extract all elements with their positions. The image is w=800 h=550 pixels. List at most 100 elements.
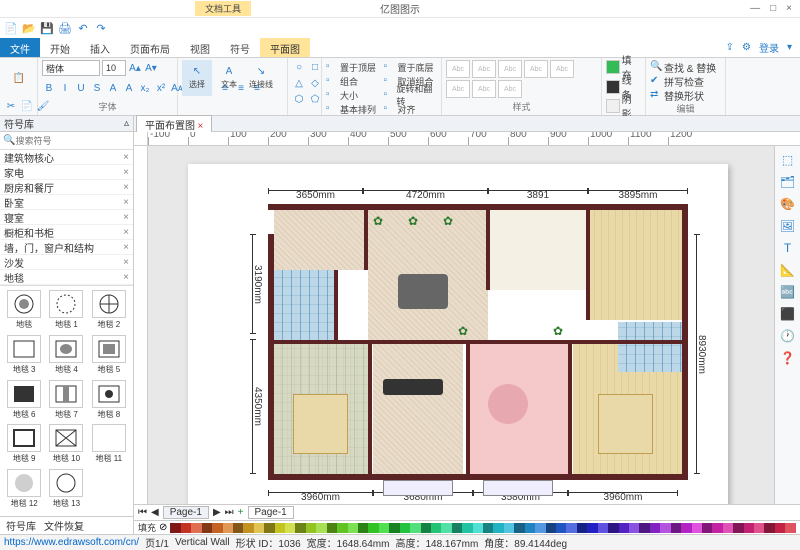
arrange-5[interactable]: ▫旋转和翻转 [384, 88, 438, 102]
style-preset-4[interactable]: Abc [550, 60, 574, 78]
tab-symbols[interactable]: 符号 [220, 38, 260, 57]
save-icon[interactable]: 💾 [40, 21, 54, 35]
shape-item[interactable]: 地毯 13 [46, 469, 86, 512]
color-swatch[interactable] [264, 523, 274, 533]
color-swatch[interactable] [566, 523, 576, 533]
color-swatch[interactable] [254, 523, 264, 533]
shape-item[interactable]: 地毯 9 [4, 424, 44, 467]
color-swatch[interactable] [629, 523, 639, 533]
color-swatch[interactable] [577, 523, 587, 533]
color-swatch[interactable] [723, 523, 733, 533]
shape-item[interactable]: 地毯 11 [89, 424, 129, 467]
copy-icon[interactable]: 📄 [20, 99, 34, 113]
maximize-button[interactable]: □ [770, 3, 776, 14]
color-swatch[interactable] [650, 523, 660, 533]
open-icon[interactable]: 📂 [22, 21, 36, 35]
font-family-select[interactable]: 楷体 [42, 60, 100, 76]
arrange-1[interactable]: ▫置于底层 [384, 60, 438, 74]
arrange-0[interactable]: ▫置于顶层 [326, 60, 380, 74]
category-6[interactable]: 墙，门，窗户和结构× [0, 240, 133, 255]
new-icon[interactable]: 📄 [4, 21, 18, 35]
font-btn-7[interactable]: x² [154, 81, 168, 95]
color-swatch[interactable] [441, 523, 451, 533]
style-preset-0[interactable]: Abc [446, 60, 470, 78]
shape-item[interactable]: 地毯 10 [46, 424, 86, 467]
cut-icon[interactable]: ✂ [4, 99, 18, 113]
color-swatch[interactable] [504, 523, 514, 533]
rightbar-icon-3[interactable]: 🖼 [780, 218, 796, 234]
color-swatch[interactable] [619, 523, 629, 533]
line-swatch[interactable] [606, 80, 620, 94]
color-swatch[interactable] [493, 523, 503, 533]
arrange-2[interactable]: ▫组合 [326, 74, 380, 88]
shape-btn-1[interactable]: □ [308, 60, 322, 74]
style-preset-1[interactable]: Abc [472, 60, 496, 78]
login-link[interactable]: 登录 [759, 40, 779, 55]
color-swatch[interactable] [400, 523, 410, 533]
color-swatch[interactable] [368, 523, 378, 533]
dining-table[interactable] [398, 274, 448, 309]
font-btn-6[interactable]: x₂ [138, 81, 152, 95]
text-tool[interactable]: A文本 [214, 60, 244, 96]
category-2[interactable]: 厨房和餐厅× [0, 180, 133, 195]
color-swatch[interactable] [639, 523, 649, 533]
shape-gallery[interactable]: 地毯地毯 1地毯 2地毯 3地毯 4地毯 5地毯 6地毯 7地毯 8地毯 9地毯… [0, 286, 133, 516]
rightbar-icon-9[interactable]: ❓ [780, 350, 796, 366]
page-next-icon[interactable]: ▶ [213, 507, 221, 518]
shape-btn-0[interactable]: ○ [292, 60, 306, 74]
color-swatch[interactable] [358, 523, 368, 533]
font-size-select[interactable]: 10 [102, 60, 126, 76]
document-tab[interactable]: 平面布置图 × [136, 115, 212, 133]
shape-item[interactable]: 地毯 2 [89, 290, 129, 333]
tab-insert[interactable]: 插入 [80, 38, 120, 57]
color-swatch[interactable] [671, 523, 681, 533]
style-preset-7[interactable]: Abc [498, 80, 522, 98]
rightbar-icon-1[interactable]: 🗂 [780, 174, 796, 190]
color-swatch[interactable] [744, 523, 754, 533]
shape-btn-5[interactable]: ⬠ [308, 92, 322, 106]
color-swatch[interactable] [660, 523, 670, 533]
redo-icon[interactable]: ↷ [94, 21, 108, 35]
shape-btn-4[interactable]: ⬡ [292, 92, 306, 106]
page-prev-icon[interactable]: ◀ [151, 507, 159, 518]
spellcheck-button[interactable]: ✔拼写检查 [650, 74, 721, 88]
color-swatch[interactable] [452, 523, 462, 533]
shape-item[interactable]: 地毯 12 [4, 469, 44, 512]
login-caret-icon[interactable]: ▾ [787, 42, 792, 53]
shape-item[interactable]: 地毯 [4, 290, 44, 333]
shape-item[interactable]: 地毯 8 [89, 380, 129, 423]
share-icon[interactable]: ⇪ [726, 42, 734, 53]
color-swatch[interactable] [348, 523, 358, 533]
doc-close-icon[interactable]: × [198, 121, 204, 132]
color-swatch[interactable] [608, 523, 618, 533]
shape-item[interactable]: 地毯 7 [46, 380, 86, 423]
shape-item[interactable]: 地毯 5 [89, 335, 129, 378]
category-5[interactable]: 橱柜和书柜× [0, 225, 133, 240]
shape-item[interactable]: 地毯 3 [4, 335, 44, 378]
print-icon[interactable]: 🖨 [58, 21, 72, 35]
color-swatch[interactable] [379, 523, 389, 533]
rightbar-icon-2[interactable]: 🎨 [780, 196, 796, 212]
page-indicator[interactable]: Page-1 [163, 506, 209, 519]
drawing-page[interactable]: 3650mm 4720mm 3891 3895mm 3960mm 3680mm … [188, 164, 728, 504]
color-swatch[interactable] [316, 523, 326, 533]
color-swatch[interactable] [223, 523, 233, 533]
page-add-icon[interactable]: + [238, 507, 244, 518]
tab-view[interactable]: 视图 [180, 38, 220, 57]
category-0[interactable]: 建筑物核心× [0, 150, 133, 165]
color-swatch[interactable] [421, 523, 431, 533]
color-swatch[interactable] [733, 523, 743, 533]
color-swatch[interactable] [410, 523, 420, 533]
color-swatch[interactable] [327, 523, 337, 533]
color-swatch[interactable] [473, 523, 483, 533]
color-swatch[interactable] [535, 523, 545, 533]
page-tab[interactable]: Page-1 [248, 506, 294, 519]
color-swatch[interactable] [431, 523, 441, 533]
color-swatch[interactable] [681, 523, 691, 533]
color-swatch[interactable] [181, 523, 191, 533]
font-btn-4[interactable]: A [106, 81, 120, 95]
search-input[interactable] [15, 136, 132, 146]
tab-floorplan[interactable]: 平面图 [260, 38, 310, 57]
style-preset-6[interactable]: Abc [472, 80, 496, 98]
style-preset-5[interactable]: Abc [446, 80, 470, 98]
